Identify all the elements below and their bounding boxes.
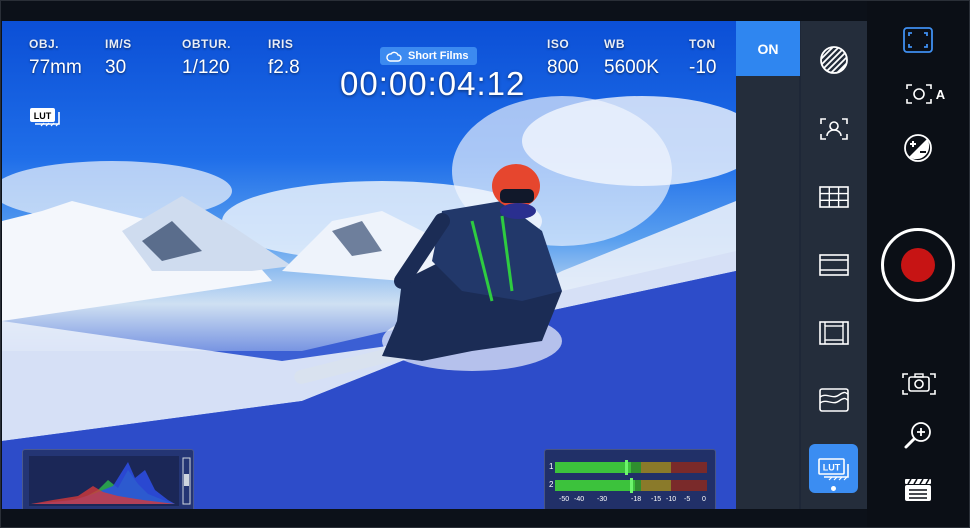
exposure-compensation-icon: [904, 134, 932, 162]
readout-lens[interactable]: OBJ. 77mm: [29, 37, 82, 79]
db-tick: 0: [702, 496, 706, 503]
cloud-icon: [386, 51, 402, 62]
grid-button[interactable]: [812, 175, 856, 219]
readout-value: 1/120: [182, 57, 230, 78]
focus-frame-icon: [903, 27, 933, 53]
auto-exposure-button[interactable]: A: [898, 78, 950, 110]
camera-app: Short Films 00:00:04:12 OBJ. 77mm IM/S 3…: [0, 0, 970, 528]
safe-area-icon: [819, 321, 849, 345]
lut-icon: LUT: [817, 457, 849, 480]
project-name: Short Films: [408, 50, 469, 62]
readout-label: TON: [689, 37, 716, 51]
lut-status-label: LUT: [34, 111, 52, 121]
readout-value: -10: [689, 57, 717, 78]
readout-tint[interactable]: TON -10: [689, 37, 716, 79]
readout-value: f2.8: [268, 57, 300, 78]
readout-label: IM/S: [105, 37, 132, 51]
photo-button[interactable]: [898, 366, 940, 400]
histogram[interactable]: [22, 449, 194, 509]
audio-meter[interactable]: 1 2 -50 -40 -30 -18 -15 -10 -5 0: [544, 449, 716, 509]
db-tick: -5: [684, 496, 691, 503]
tools-toggle-button[interactable]: ON: [736, 21, 800, 76]
readout-value: 30: [105, 57, 127, 78]
channel-label: 2: [549, 480, 554, 489]
record-button[interactable]: [881, 228, 955, 302]
grid-icon: [819, 186, 849, 208]
readout-value: 800: [547, 57, 579, 78]
zebra-icon: [820, 46, 848, 74]
readout-iris[interactable]: IRIS f2.8: [268, 37, 300, 79]
viewfinder[interactable]: Short Films 00:00:04:12 OBJ. 77mm IM/S 3…: [2, 21, 736, 509]
readout-label: OBTUR.: [182, 37, 231, 51]
readout-label: WB: [604, 37, 625, 51]
false-color-button[interactable]: [812, 378, 856, 422]
face-detect-button[interactable]: [812, 107, 856, 151]
timecode: 00:00:04:12: [340, 65, 526, 102]
lut-button-label: LUT: [822, 462, 840, 472]
lut-status-icon: LUT: [30, 108, 60, 127]
lut-active-indicator: [831, 486, 836, 491]
zebra-button[interactable]: [812, 38, 856, 82]
tools-divider: [799, 21, 801, 509]
readout-white-balance[interactable]: WB 5600K: [604, 37, 659, 79]
readout-value: 77mm: [29, 57, 82, 78]
readout-label: OBJ.: [29, 37, 60, 51]
histogram-graph: [29, 456, 191, 506]
readout-shutter[interactable]: OBTUR. 1/120: [182, 37, 231, 79]
readout-frame-rate[interactable]: IM/S 30: [105, 37, 132, 79]
frame-guide-button[interactable]: [812, 243, 856, 287]
db-tick: -50: [559, 496, 570, 503]
auto-exposure-icon: [905, 84, 932, 104]
clapperboard-icon: [905, 478, 931, 501]
readout-label: IRIS: [268, 37, 294, 51]
face-detect-icon: [820, 118, 848, 140]
db-tick: -18: [631, 496, 642, 503]
focus-frame-button[interactable]: [900, 24, 936, 56]
false-color-icon: [819, 388, 849, 412]
frame-guide-icon: [819, 254, 849, 276]
clapperboard-button[interactable]: [900, 474, 936, 506]
readout-value: 5600K: [604, 57, 659, 78]
photo-icon: [902, 373, 936, 395]
db-tick: -30: [597, 496, 608, 503]
zoom-icon: [904, 422, 931, 449]
record-dot: [901, 248, 935, 282]
db-tick: -40: [574, 496, 585, 503]
channel-label: 1: [549, 462, 554, 471]
db-tick: -10: [666, 496, 677, 503]
zoom-button[interactable]: [900, 418, 936, 454]
db-tick: -15: [651, 496, 662, 503]
project-chip[interactable]: Short Films: [380, 47, 477, 65]
readout-label: ISO: [547, 37, 570, 51]
readout-iso[interactable]: ISO 800: [547, 37, 579, 79]
exposure-compensation-button[interactable]: [900, 131, 936, 165]
safe-area-button[interactable]: [812, 311, 856, 355]
auto-exposure-label: A: [935, 86, 946, 102]
